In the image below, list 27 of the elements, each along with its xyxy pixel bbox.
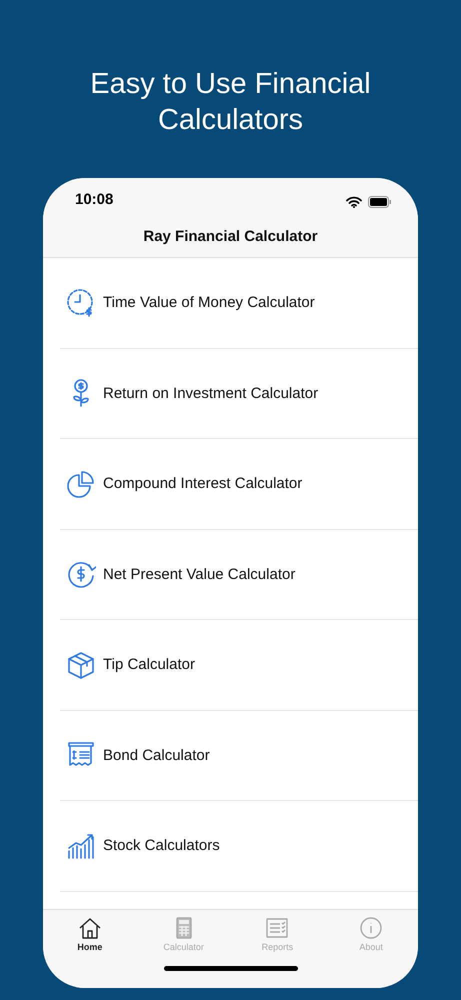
headline: Easy to Use Financial Calculators [89,67,372,138]
calculator-item[interactable]: Net Present Value Calculator [60,530,418,620]
calculator-label: Stock Calculators [103,837,220,854]
home-icon [78,916,102,940]
info-icon [359,916,384,940]
calculator-label: Bond Calculator [103,746,210,764]
calculator-label: Net Present Value Calculator [103,566,296,583]
calculator-label: Tip Calculator [103,656,195,674]
tab[interactable]: Home [43,916,137,952]
list-icon [265,916,290,940]
clock-dollar-icon [66,288,96,318]
status-time: 10:08 [75,191,114,208]
calculator-item[interactable]: Stock Calculators [60,801,418,892]
calculator-item[interactable]: Return on Investment Calculator [60,348,418,439]
calculator-item[interactable]: Compound Interest Calculator [60,439,418,530]
battery-icon [368,196,392,208]
calculator-item[interactable]: Bond Calculator [60,710,418,801]
wifi-icon [346,196,362,208]
dollar-cycle-icon [66,559,96,590]
pie-chart-icon [66,468,96,499]
calculator-item[interactable]: Tip Calculator [60,620,418,710]
calculator-label: Compound Interest Calculator [103,475,302,492]
nav-title: Ray Financial Calculator [143,228,318,245]
calculator-label: Time Value of Money Calculator [103,294,315,312]
calculator-label: Return on Investment Calculator [103,384,318,402]
box-icon [66,650,96,680]
calculator-item[interactable]: Time Value of Money Calculator [60,258,418,348]
